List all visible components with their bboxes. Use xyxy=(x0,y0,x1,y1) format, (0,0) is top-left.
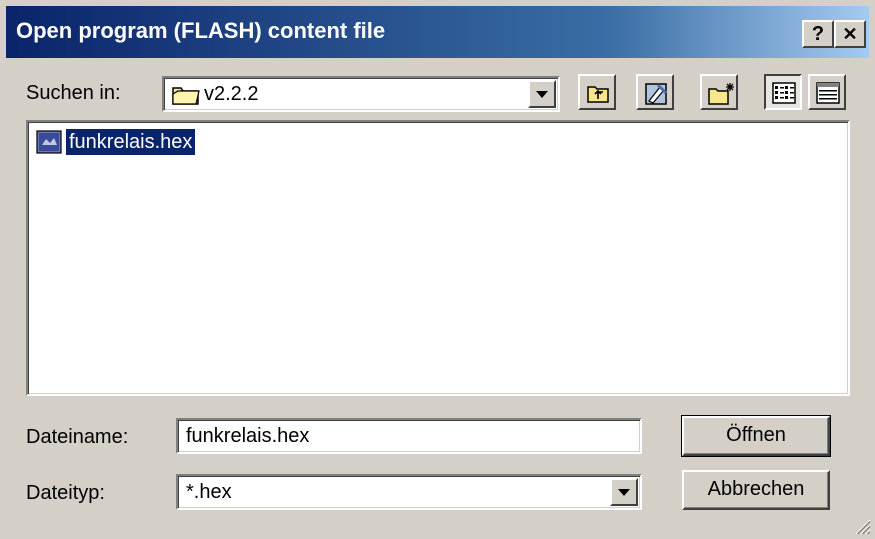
details-view-icon xyxy=(816,82,840,104)
filetype-label: Dateityp: xyxy=(26,482,105,504)
open-file-dialog: Open program (FLASH) content file ? ✕ Su… xyxy=(0,0,875,539)
list-view-button[interactable] xyxy=(764,74,802,110)
filetype-dropdown-button[interactable] xyxy=(610,478,638,506)
filename-field[interactable]: funkrelais.hex xyxy=(176,418,642,454)
up-one-level-icon xyxy=(587,86,609,103)
look-in-label: Suchen in: xyxy=(26,82,121,104)
new-folder-button[interactable] xyxy=(700,74,738,110)
file-name: funkrelais.hex xyxy=(64,128,197,156)
file-list[interactable]: funkrelais.hex xyxy=(26,120,850,396)
help-button[interactable]: ? xyxy=(802,20,834,48)
look-in-combo[interactable]: v2.2.2 xyxy=(162,76,560,112)
filename-label: Dateiname: xyxy=(26,426,129,448)
look-in-dropdown-button[interactable] xyxy=(528,80,556,108)
cancel-button[interactable]: Abbrechen xyxy=(682,470,830,510)
list-view-icon xyxy=(772,82,796,104)
filetype-select[interactable]: *.hex xyxy=(176,474,642,510)
open-button[interactable]: Öffnen xyxy=(681,415,831,457)
hex-file-icon xyxy=(36,130,62,159)
look-in-value: v2.2.2 xyxy=(204,83,259,105)
filename-value: funkrelais.hex xyxy=(186,425,310,447)
favorites-icon xyxy=(645,83,668,105)
close-button[interactable]: ✕ xyxy=(834,20,866,48)
folder-icon xyxy=(172,84,200,111)
favorites-button[interactable] xyxy=(636,74,674,110)
cancel-button-label: Abbrechen xyxy=(707,478,805,500)
new-folder-icon xyxy=(708,83,734,105)
chevron-down-icon xyxy=(618,489,630,496)
open-button-label: Öffnen xyxy=(726,424,786,446)
dialog-title: Open program (FLASH) content file xyxy=(16,18,386,43)
details-view-button[interactable] xyxy=(808,74,846,110)
help-icon: ? xyxy=(811,23,825,45)
resize-grip-icon[interactable] xyxy=(851,515,871,535)
filetype-value: *.hex xyxy=(186,481,232,503)
up-one-level-button[interactable] xyxy=(578,74,616,110)
chevron-down-icon xyxy=(536,91,548,98)
title-bar[interactable]: Open program (FLASH) content file ? ✕ xyxy=(6,6,869,58)
close-icon: ✕ xyxy=(842,24,858,44)
